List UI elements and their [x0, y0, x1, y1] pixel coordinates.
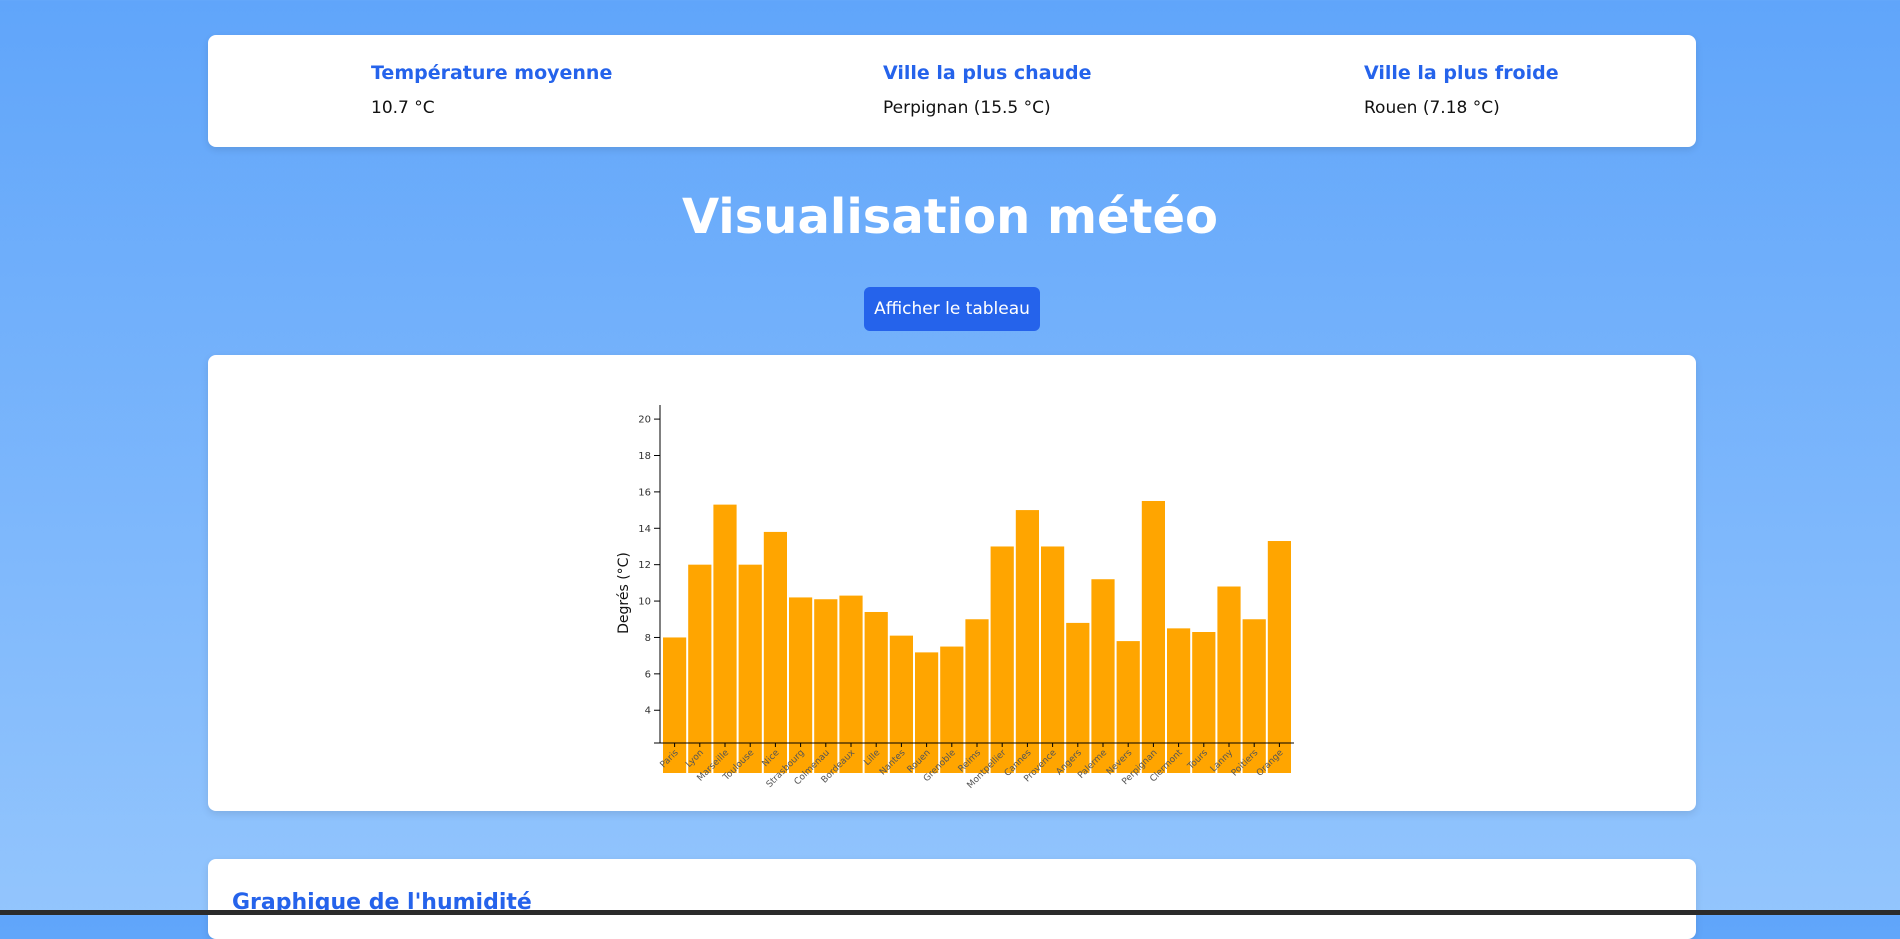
- bottom-scrollbar-edge: [0, 910, 1900, 915]
- y-tick-label: 12: [638, 560, 651, 571]
- bar: [1015, 510, 1039, 773]
- stat-value: 10.7 °C: [371, 98, 435, 118]
- bar: [1041, 546, 1065, 773]
- bar: [864, 611, 888, 773]
- stats-card: Température moyenne 10.7 °C Ville la plu…: [208, 35, 1696, 147]
- y-tick-label: 4: [645, 706, 651, 717]
- bar: [713, 504, 737, 773]
- bar: [688, 564, 712, 773]
- bar: [1141, 500, 1165, 773]
- bar: [1267, 541, 1291, 773]
- y-tick-label: 10: [638, 597, 651, 608]
- stat-coldest-city: Ville la plus froide Rouen (7.18 °C): [1364, 61, 1559, 119]
- stat-hottest-city: Ville la plus chaude Perpignan (15.5 °C): [883, 61, 1092, 119]
- stat-value: Rouen (7.18 °C): [1364, 98, 1500, 118]
- bar: [990, 546, 1014, 773]
- y-tick-label: 6: [645, 669, 651, 680]
- y-tick-label: 18: [638, 451, 651, 462]
- y-tick-label: 14: [638, 524, 651, 535]
- stat-label: Température moyenne: [371, 62, 613, 84]
- stat-average-temperature: Température moyenne 10.7 °C: [371, 61, 612, 119]
- bar: [763, 531, 787, 773]
- bar: [738, 564, 762, 773]
- stat-label: Ville la plus chaude: [883, 62, 1092, 84]
- chart-card: 4 6 8 10 12 14 16 18 20 Degrés (°C) Paris Lyon Marse…: [208, 355, 1696, 811]
- stat-value: Perpignan (15.5 °C): [883, 98, 1051, 118]
- stat-label: Ville la plus froide: [1364, 62, 1559, 84]
- page-title: Visualisation météo: [681, 189, 1219, 245]
- y-axis-label: Degrés (°C): [616, 552, 632, 634]
- temperature-bar-chart: 468101214161820Degrés (°C)Paris LyonMarse…: [616, 405, 1294, 791]
- y-tick-label: 20: [638, 415, 651, 426]
- y-tick-label: 16: [638, 487, 651, 498]
- show-table-button[interactable]: Afficher le tableau: [864, 287, 1040, 331]
- humidity-card: Graphique de l'humidité: [208, 859, 1696, 939]
- y-tick-label: 8: [645, 633, 651, 644]
